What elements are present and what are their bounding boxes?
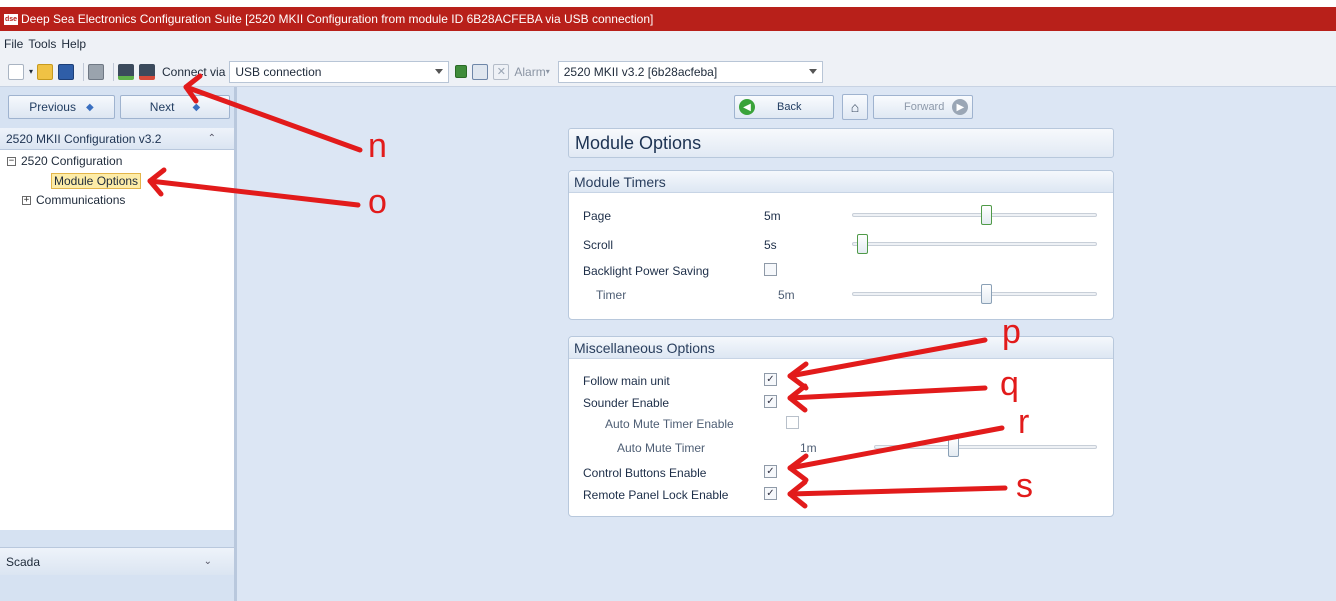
backlight-timer-slider-thumb[interactable] xyxy=(980,284,992,304)
previous-label: Previous xyxy=(29,100,76,114)
write-to-module-icon[interactable] xyxy=(139,63,156,80)
remote-lock-label: Remote Panel Lock Enable xyxy=(583,488,729,502)
scada-grid-icon[interactable] xyxy=(472,63,489,80)
tree-item-label: Communications xyxy=(36,193,126,207)
scroll-timer-slider-track[interactable] xyxy=(852,242,1097,246)
forward-arrow-icon: ▶ xyxy=(952,99,969,115)
scada-panel-header[interactable]: Scada ⌄ xyxy=(0,547,234,575)
arrow-right-icon: ◆ xyxy=(192,101,201,113)
page-timer-label: Page xyxy=(583,209,612,223)
page-timer-slider-track[interactable] xyxy=(852,213,1097,217)
window-title: Deep Sea Electronics Configuration Suite… xyxy=(21,12,654,26)
auto-mute-timer-label: Auto Mute Timer xyxy=(617,441,706,455)
misc-options-heading: Miscellaneous Options xyxy=(569,337,1113,359)
tree-item-communications[interactable]: + Communications xyxy=(22,193,125,207)
menu-file[interactable]: File xyxy=(4,37,23,51)
annotation-s: s xyxy=(1016,467,1033,505)
scada-label: Scada xyxy=(6,554,41,569)
auto-mute-enable-label: Auto Mute Timer Enable xyxy=(605,417,734,431)
tree-header-label: 2520 MKII Configuration v3.2 xyxy=(6,131,162,146)
collapse-box-icon[interactable]: − xyxy=(7,156,16,166)
previous-button[interactable]: Previous ◆ xyxy=(8,95,115,119)
backlight-saving-label: Backlight Power Saving xyxy=(583,264,710,278)
annotation-o: o xyxy=(368,183,387,221)
new-dropdown-icon[interactable]: ▾ xyxy=(29,67,33,76)
chevron-down-icon xyxy=(808,68,817,74)
chevron-down-icon xyxy=(435,68,444,74)
alarm-dropdown-icon[interactable]: ▾ xyxy=(546,67,550,76)
alarm-label[interactable]: Alarm xyxy=(514,65,545,79)
menu-tools[interactable]: Tools xyxy=(28,37,56,51)
menu-bar: File Tools Help xyxy=(0,31,1336,57)
page-timer-slider-thumb[interactable] xyxy=(980,205,992,225)
home-icon: ⌂ xyxy=(850,99,860,115)
control-buttons-checkbox[interactable]: ✓ xyxy=(764,465,777,478)
home-button[interactable]: ⌂ xyxy=(842,94,868,120)
sounder-enable-label: Sounder Enable xyxy=(583,396,670,410)
app-icon: dse xyxy=(4,13,18,25)
annotation-q: q xyxy=(1000,365,1019,403)
module-connect-icon[interactable] xyxy=(455,65,468,78)
annotation-n: n xyxy=(368,127,387,165)
connection-select-value: USB connection xyxy=(235,64,322,79)
menu-help[interactable]: Help xyxy=(61,37,86,51)
arrow-left-icon: ◆ xyxy=(85,101,94,113)
title-bar: dse Deep Sea Electronics Configuration S… xyxy=(0,7,1336,31)
module-select[interactable]: 2520 MKII v3.2 [6b28acfeba] xyxy=(557,60,823,83)
connect-via-label: Connect via xyxy=(162,64,226,79)
module-select-value: 2520 MKII v3.2 [6b28acfeba] xyxy=(563,64,718,79)
follow-main-checkbox[interactable]: ✓ xyxy=(764,373,777,386)
expand-icon[interactable]: ⌄ xyxy=(204,556,212,567)
tree-item-label: 2520 Configuration xyxy=(21,154,123,168)
back-button[interactable]: ◀ Back xyxy=(734,95,834,119)
annotation-p: p xyxy=(1002,313,1021,351)
follow-main-label: Follow main unit xyxy=(583,374,670,388)
page-timer-value: 5m xyxy=(764,209,781,223)
toolbar-separator xyxy=(83,62,85,81)
scroll-timer-slider-thumb[interactable] xyxy=(856,234,868,254)
collapse-icon[interactable]: ⌃ xyxy=(208,133,216,144)
backlight-saving-checkbox[interactable] xyxy=(764,263,777,276)
sounder-enable-checkbox[interactable]: ✓ xyxy=(764,395,777,408)
tree-item-2520-configuration[interactable]: − 2520 Configuration xyxy=(7,154,122,168)
disconnect-icon[interactable]: ✕ xyxy=(493,63,510,80)
auto-mute-timer-value: 1m xyxy=(800,441,817,455)
save-icon[interactable] xyxy=(58,63,75,80)
tree-item-label: Module Options xyxy=(54,174,139,188)
scroll-timer-label: Scroll xyxy=(583,238,614,252)
expand-box-icon[interactable]: + xyxy=(22,195,31,205)
next-label: Next xyxy=(149,100,175,114)
auto-mute-enable-checkbox[interactable] xyxy=(786,416,799,429)
forward-button[interactable]: Forward ▶ xyxy=(873,95,973,119)
scroll-timer-value: 5s xyxy=(764,238,777,252)
control-buttons-label: Control Buttons Enable xyxy=(583,466,707,480)
back-label: Back xyxy=(777,101,802,113)
toolbar: ▾ Connect via USB connection ✕ Alarm ▾ 2… xyxy=(0,57,1336,87)
backlight-timer-value: 5m xyxy=(778,288,795,302)
module-timers-heading: Module Timers xyxy=(569,171,1113,193)
config-tree: − 2520 Configuration Module Options + Co… xyxy=(0,150,234,530)
open-folder-icon[interactable] xyxy=(37,63,54,80)
forward-label: Forward xyxy=(904,101,945,113)
read-from-module-icon[interactable] xyxy=(118,63,135,80)
remote-lock-checkbox[interactable]: ✓ xyxy=(764,487,777,500)
print-icon[interactable] xyxy=(88,63,105,80)
backlight-timer-slider-track[interactable] xyxy=(852,292,1097,296)
next-button[interactable]: Next ◆ xyxy=(120,95,230,119)
tree-header[interactable]: 2520 MKII Configuration v3.2 ⌃ xyxy=(0,128,234,150)
page-title: Module Options xyxy=(568,128,1114,158)
nav-buttons: Previous ◆ Next ◆ xyxy=(8,95,230,119)
auto-mute-timer-slider-track[interactable] xyxy=(874,445,1097,449)
tree-item-module-options[interactable]: Module Options xyxy=(51,173,142,189)
toolbar-separator xyxy=(113,62,115,81)
connection-select[interactable]: USB connection xyxy=(229,60,450,83)
annotation-r: r xyxy=(1018,403,1030,441)
new-file-icon[interactable] xyxy=(8,63,24,80)
auto-mute-timer-slider-thumb[interactable] xyxy=(948,437,960,457)
backlight-timer-label: Timer xyxy=(596,288,627,302)
back-arrow-icon: ◀ xyxy=(739,99,755,115)
